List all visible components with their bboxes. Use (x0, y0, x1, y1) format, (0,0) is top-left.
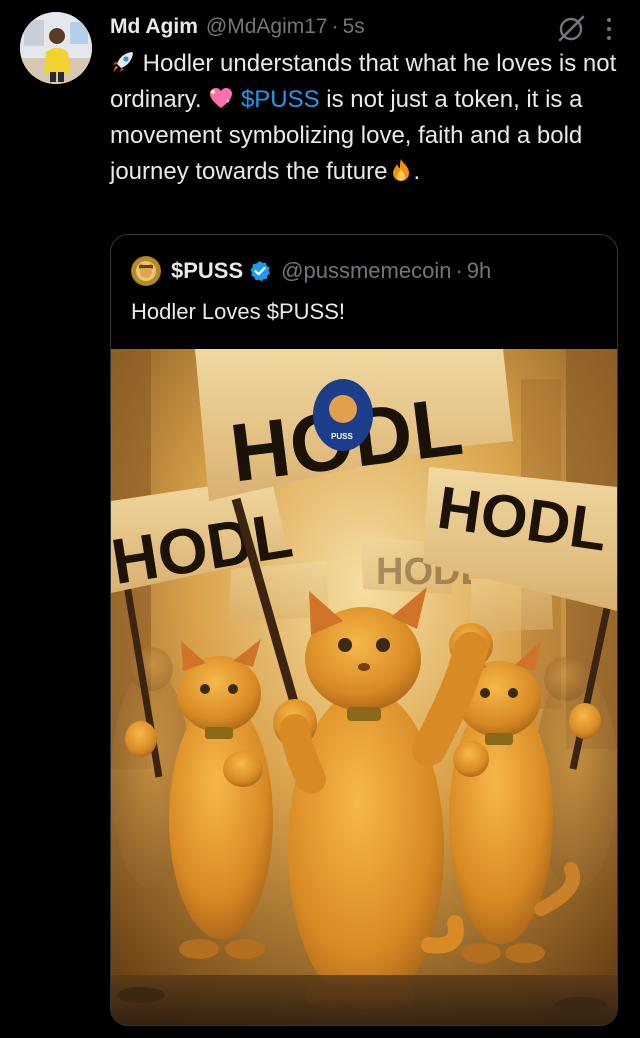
tweet-header: Md Agim @MdAgim17 · 5s (110, 10, 620, 44)
quote-header: $PUSS @pussmemecoin · 9h (131, 255, 491, 287)
tweet-timestamp[interactable]: 5s (343, 15, 365, 39)
quote-timestamp[interactable]: 9h (467, 258, 491, 284)
more-icon[interactable] (602, 14, 616, 44)
quoted-tweet[interactable]: $PUSS @pussmemecoin · 9h Hodler Loves $P… (110, 234, 618, 1026)
quote-author-handle[interactable]: @pussmemecoin (281, 258, 451, 284)
main-sign-badge-text: PUSS (331, 432, 353, 441)
separator-dot: · (331, 15, 339, 38)
grok-icon[interactable] (554, 12, 588, 46)
quote-author-name[interactable]: $PUSS (171, 258, 243, 284)
quote-separator-dot: · (455, 258, 463, 283)
sparkling-heart-icon (210, 88, 233, 108)
cashtag-link[interactable]: $PUSS (241, 86, 320, 113)
quote-author-avatar[interactable] (131, 256, 161, 286)
tweet-text-end: . (413, 158, 421, 185)
rocket-icon (113, 52, 133, 72)
quote-media-image[interactable]: HODL HODL HODL HODL PUSS (111, 349, 617, 1025)
verified-badge-icon (250, 261, 271, 282)
author-name[interactable]: Md Agim (110, 15, 198, 39)
quote-text: Hodler Loves $PUSS! (131, 299, 345, 324)
fire-icon (392, 159, 409, 181)
author-handle[interactable]: @MdAgim17 (206, 15, 328, 39)
author-avatar[interactable] (20, 12, 92, 84)
tweet-text: Hodler understands that what he loves is… (110, 46, 625, 190)
